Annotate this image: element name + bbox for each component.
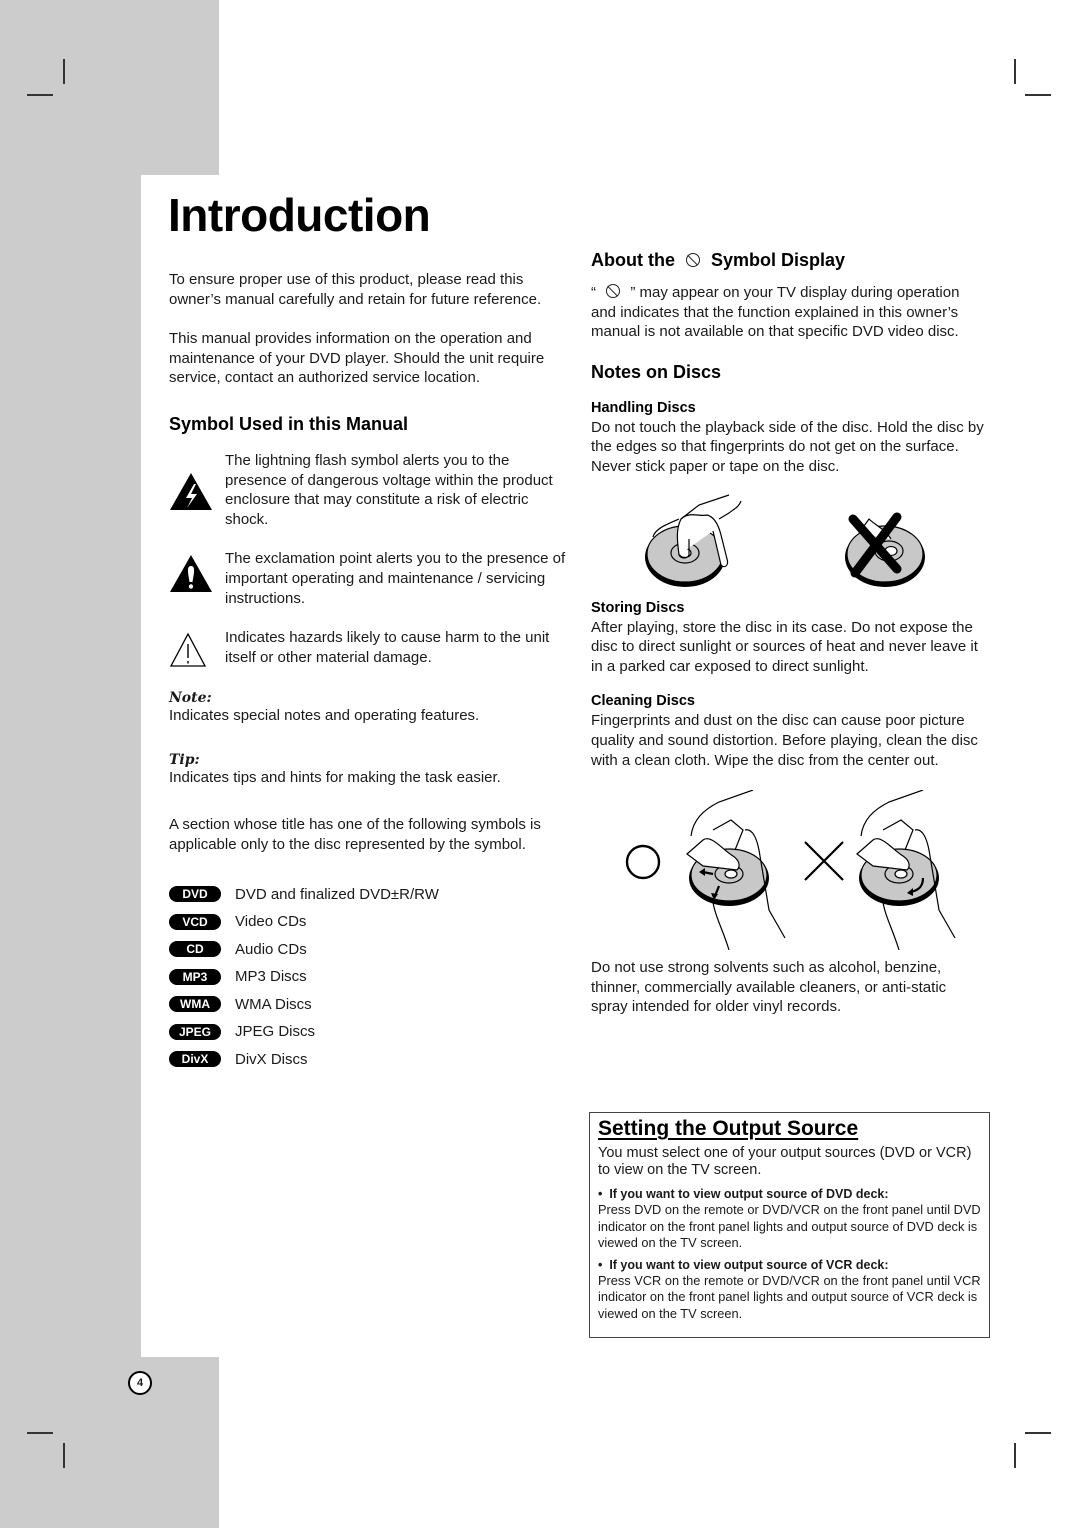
disc-type-row: JPEG JPEG Discs [169,1018,569,1046]
disc-type-list: DVD DVD and finalized DVD±R/RW VCD Video… [169,881,569,1074]
caution-outline-icon [169,632,207,667]
disc-badge-vcd: VCD [169,913,221,930]
disc-label: DivX Discs [235,1050,308,1068]
symbol-row: The lightning flash symbol alerts you to… [169,451,569,529]
output-source-intro: You must select one of your output sourc… [598,1145,972,1178]
disc-label: MP3 Discs [235,968,307,986]
symbol-description: Indicates hazards likely to cause harm t… [225,629,550,666]
about-heading-pre: About the [591,250,675,270]
disc-label: DVD and finalized DVD±R/RW [235,885,439,903]
prohibited-icon [686,253,700,267]
symbol-description: The exclamation point alerts you to the … [225,550,566,607]
output-option-title: If you want to view output source of VCR… [609,1257,889,1272]
disc-type-row: DVD DVD and finalized DVD±R/RW [169,881,569,909]
disc-label: WMA Discs [235,995,312,1013]
disc-type-row: WMA WMA Discs [169,991,569,1019]
right-column: About the Symbol Display “ ” may appear … [591,250,986,1017]
crop-mark [63,1443,65,1468]
output-source-heading: Setting the Output Source [598,1117,859,1140]
symbol-description: The lightning flash symbol alerts you to… [225,451,553,528]
disc-badge-cd: CD [169,941,221,958]
note-label: Note: [169,690,212,707]
output-option-text: Press VCR on the remote or DVD/VCR on th… [598,1272,981,1321]
cleaning-discs-heading: Cleaning Discs [591,693,695,710]
storing-discs-text: After playing, store the disc in its cas… [591,618,978,675]
disc-type-row: CD Audio CDs [169,936,569,964]
about-heading-post: Symbol Display [711,250,846,270]
notes-on-discs-heading: Notes on Discs [591,361,722,382]
bullet-dot: • [598,1187,610,1201]
crop-mark [27,94,53,96]
disc-badge-divx: DivX [169,1051,221,1068]
lightning-warning-icon [170,472,212,510]
incorrect-x-icon [804,841,844,881]
output-source-box: Setting the Output Source You must selec… [589,1112,990,1338]
output-option-title: If you want to view output source of DVD… [609,1187,889,1201]
intro-paragraph: To ensure proper use of this product, pl… [169,271,542,308]
page-number: 4 [128,1371,152,1395]
about-symbol-text: “ ” may appear on your TV display during… [591,283,986,342]
handling-illustrations [591,489,986,597]
about-text-body: ” may appear on your TV display during o… [591,284,960,341]
crop-mark [1014,59,1016,84]
correct-circle-icon [625,844,661,880]
tip-label: Tip: [169,751,200,768]
quote-open: “ [591,284,596,301]
symbols-heading: Symbol Used in this Manual [169,413,409,434]
incorrect-disc-handling-illustration [845,512,925,587]
crop-mark [1025,94,1051,96]
prohibited-icon [606,284,621,298]
crop-mark [1025,1432,1051,1434]
symbol-row: The exclamation point alerts you to the … [169,549,569,608]
disc-type-row: DivX DivX Discs [169,1046,569,1074]
output-option-text: Press DVD on the remote or DVD/VCR on th… [598,1202,981,1250]
disc-type-row: MP3 MP3 Discs [169,963,569,991]
exclamation-warning-icon [170,555,212,593]
section-symbols-text: A section whose title has one of the fol… [169,816,541,853]
page-title: Introduction [168,189,431,241]
wipe-circular-illustration [856,790,956,951]
left-column: To ensure proper use of this product, pl… [169,270,569,1073]
disc-held-by-edges-illustration [645,493,742,587]
disc-type-row: VCD Video CDs [169,908,569,936]
wipe-center-out-illustration [686,790,786,951]
cleaning-discs-text: Fingerprints and dust on the disc can ca… [591,712,978,769]
disc-label: JPEG Discs [235,1023,316,1041]
note-text: Indicates special notes and operating fe… [169,707,480,725]
solvent-warning-text: Do not use strong solvents such as alcoh… [591,959,947,1016]
disc-label: Audio CDs [235,940,307,958]
bullet-dot: • [598,1257,610,1272]
crop-mark [63,59,65,84]
disc-badge-mp3: MP3 [169,968,221,985]
disc-label: Video CDs [235,913,307,931]
handling-discs-text: Do not touch the playback side of the di… [591,418,984,475]
about-symbol-heading: About the Symbol Display [591,250,986,271]
intro-paragraph: This manual provides information on the … [169,330,545,387]
crop-mark [27,1432,53,1434]
disc-badge-dvd: DVD [169,886,221,903]
cleaning-illustrations [591,782,986,952]
disc-badge-jpeg: JPEG [169,1023,221,1040]
symbol-row: Indicates hazards likely to cause harm t… [169,628,569,668]
output-option-bullet: • If you want to view output source of D… [598,1186,981,1202]
crop-mark [1014,1443,1016,1468]
storing-discs-heading: Storing Discs [591,599,685,616]
tip-text: Indicates tips and hints for making the … [169,768,501,786]
handling-discs-heading: Handling Discs [591,399,696,416]
disc-badge-wma: WMA [169,996,221,1013]
output-option-bullet: • If you want to view output source of V… [598,1257,981,1273]
